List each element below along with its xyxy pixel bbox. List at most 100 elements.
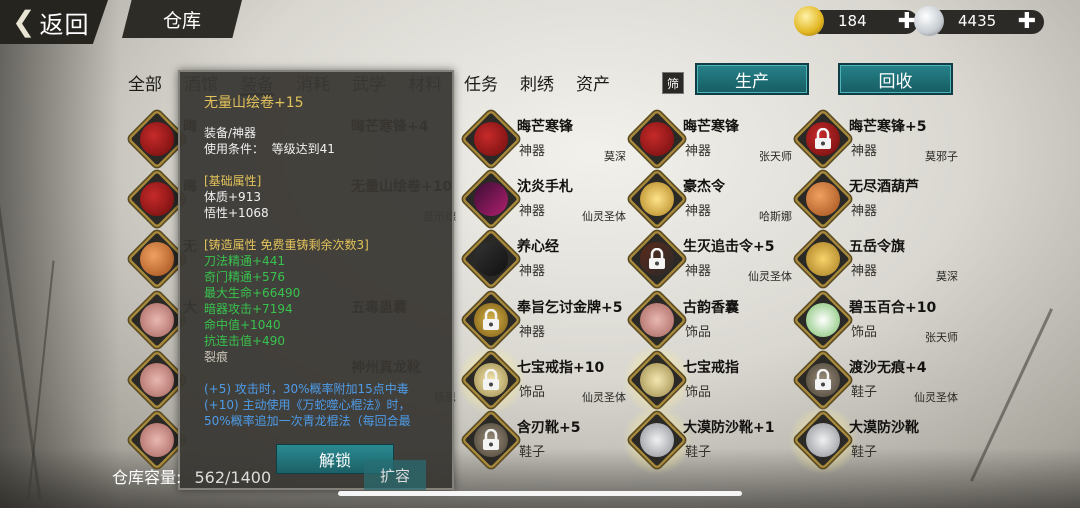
lock-icon	[815, 369, 831, 390]
item-art	[140, 303, 174, 337]
item-name: 豪杰令	[683, 179, 725, 195]
tooltip-title: 无量山绘卷+15	[204, 95, 304, 111]
item-art	[140, 363, 174, 397]
item-name: 渡沙无痕+4	[849, 360, 927, 376]
inventory-item[interactable]: 大漠防沙靴+1 鞋子	[622, 405, 792, 475]
red-fan-icon	[793, 109, 853, 169]
gold-currency: 184 ✚	[794, 6, 918, 36]
expand-button[interactable]: 扩容	[364, 460, 426, 490]
tooltip-base-stat: 悟性+1068	[204, 206, 269, 220]
inventory-item[interactable]: 渡沙无痕+4 鞋子 仙灵圣体	[793, 350, 958, 410]
item-tooltip: 无量山绘卷+15 装备/神器 使用条件： 等级达到41 [基础属性] 体质+91…	[178, 70, 454, 490]
item-type: 鞋子	[685, 445, 712, 460]
item-art	[140, 242, 174, 276]
inventory-item[interactable]: 晦芒寒锋 神器 张天师	[627, 109, 792, 169]
item-name: 七宝戒指	[683, 360, 739, 376]
inventory-item[interactable]: 沈炎手札 神器 仙灵圣体	[461, 169, 626, 229]
item-name: 奉旨乞讨金牌+5	[517, 300, 623, 316]
tooltip-effect: (+5) 攻击时，30%概率附加15点中毒	[204, 382, 409, 396]
tab-embroidery[interactable]: 刺绣	[520, 66, 554, 96]
tooltip-forge-stat: 最大生命+66490	[204, 286, 301, 300]
lock-icon	[815, 128, 831, 149]
item-icon	[127, 109, 187, 169]
tooltip-forge-stat: 暗器攻击+7194	[204, 302, 293, 316]
gold-flag-icon	[793, 229, 853, 289]
inventory-item[interactable]: 七宝戒指 饰品	[622, 345, 792, 415]
item-art	[140, 423, 174, 457]
inventory-item[interactable]: 晦芒寒锋+5 神器 莫邪子	[793, 109, 958, 169]
item-owner: 张天师	[925, 331, 958, 344]
item-art	[640, 423, 674, 457]
item-name: 五岳令旗	[849, 239, 905, 255]
ring-icon	[622, 345, 692, 415]
item-icon	[127, 350, 187, 410]
produce-button[interactable]: 生产	[695, 63, 809, 95]
recycle-button[interactable]: 回收	[838, 63, 953, 95]
item-art	[806, 303, 840, 337]
lock-icon	[483, 369, 499, 390]
gold-token-icon	[627, 169, 687, 229]
tab-quest[interactable]: 任务	[464, 66, 498, 96]
inventory-item[interactable]: 晦芒寒锋 神器 莫深	[461, 109, 626, 169]
item-type: 神器	[685, 264, 712, 279]
item-owner: 仙灵圣体	[582, 391, 626, 404]
back-label: 返回	[39, 10, 90, 39]
white-boots-icon	[622, 405, 692, 475]
inventory-item[interactable]: 养心经 神器	[461, 229, 626, 289]
item-type: 神器	[685, 204, 712, 219]
item-owner: 仙灵圣体	[748, 270, 792, 283]
item-owner: 张天师	[759, 150, 792, 163]
inventory-item[interactable]: 含刃靴+5 鞋子	[461, 410, 626, 470]
silver-currency: 4435 ✚	[914, 6, 1044, 36]
staff-icon	[627, 229, 687, 289]
tab-assets[interactable]: 资产	[576, 66, 610, 96]
item-owner: 仙灵圣体	[582, 210, 626, 223]
tooltip-effect: 50%概率追加一次青龙棍法（每回合最	[204, 414, 411, 428]
add-silver-button[interactable]: ✚	[1016, 9, 1038, 34]
inventory-item[interactable]: 七宝戒指+10 饰品 仙灵圣体	[456, 345, 626, 415]
ring-icon	[456, 345, 526, 415]
item-art	[140, 182, 174, 216]
item-type: 神器	[851, 144, 878, 159]
item-owner: 仙灵圣体	[914, 391, 958, 404]
red-fan-icon	[627, 109, 687, 169]
dark-scroll-icon	[461, 229, 521, 289]
item-type: 饰品	[851, 325, 878, 340]
inventory-item[interactable]: 生灭追击令+5 神器 仙灵圣体	[627, 229, 792, 289]
tab-all[interactable]: 全部	[128, 66, 162, 96]
item-name: 沈炎手札	[517, 179, 573, 195]
boots-icon	[461, 410, 521, 470]
inventory-item[interactable]: 奉旨乞讨金牌+5 神器	[461, 290, 626, 350]
item-name: 大漠防沙靴+1	[683, 420, 775, 436]
item-name: 晦芒寒锋	[683, 119, 739, 135]
tooltip-flaw: 裂痕	[204, 350, 229, 364]
gourd-icon	[793, 169, 853, 229]
item-owner: 莫深	[604, 150, 626, 163]
item-name: 晦芒寒锋+5	[849, 119, 927, 135]
item-art	[640, 122, 674, 156]
inventory-item[interactable]: 无尽酒葫芦 神器	[793, 169, 958, 229]
filter-button[interactable]: 筛	[662, 72, 684, 94]
item-icon	[127, 290, 187, 350]
item-type: 饰品	[685, 385, 712, 400]
item-name: 古韵香囊	[683, 300, 739, 316]
item-art	[640, 303, 674, 337]
capacity-value: 562/1400	[194, 468, 272, 487]
inventory-item[interactable]: 五岳令旗 神器 莫深	[793, 229, 958, 289]
inventory-item[interactable]: 古韵香囊 饰品	[627, 290, 792, 350]
inventory-item[interactable]: 大漠防沙靴 鞋子	[788, 405, 958, 475]
item-icon	[127, 410, 187, 470]
item-name: 碧玉百合+10	[849, 300, 937, 316]
inventory-item[interactable]: 碧玉百合+10 饰品 张天师	[793, 290, 958, 350]
page-title: 仓库	[122, 0, 242, 38]
back-button[interactable]: ❮ 返回	[0, 0, 108, 44]
item-owner: 莫邪子	[925, 150, 958, 163]
tooltip-base-header: [基础属性]	[204, 174, 262, 188]
item-art	[640, 363, 674, 397]
inventory-item[interactable]: 豪杰令 神器 哈斯娜	[627, 169, 792, 229]
tooltip-requirement: 使用条件： 等级达到41	[204, 142, 335, 156]
item-name: 养心经	[517, 239, 559, 255]
item-type: 饰品	[519, 385, 546, 400]
item-art	[140, 122, 174, 156]
gold-medal-icon	[461, 290, 521, 350]
